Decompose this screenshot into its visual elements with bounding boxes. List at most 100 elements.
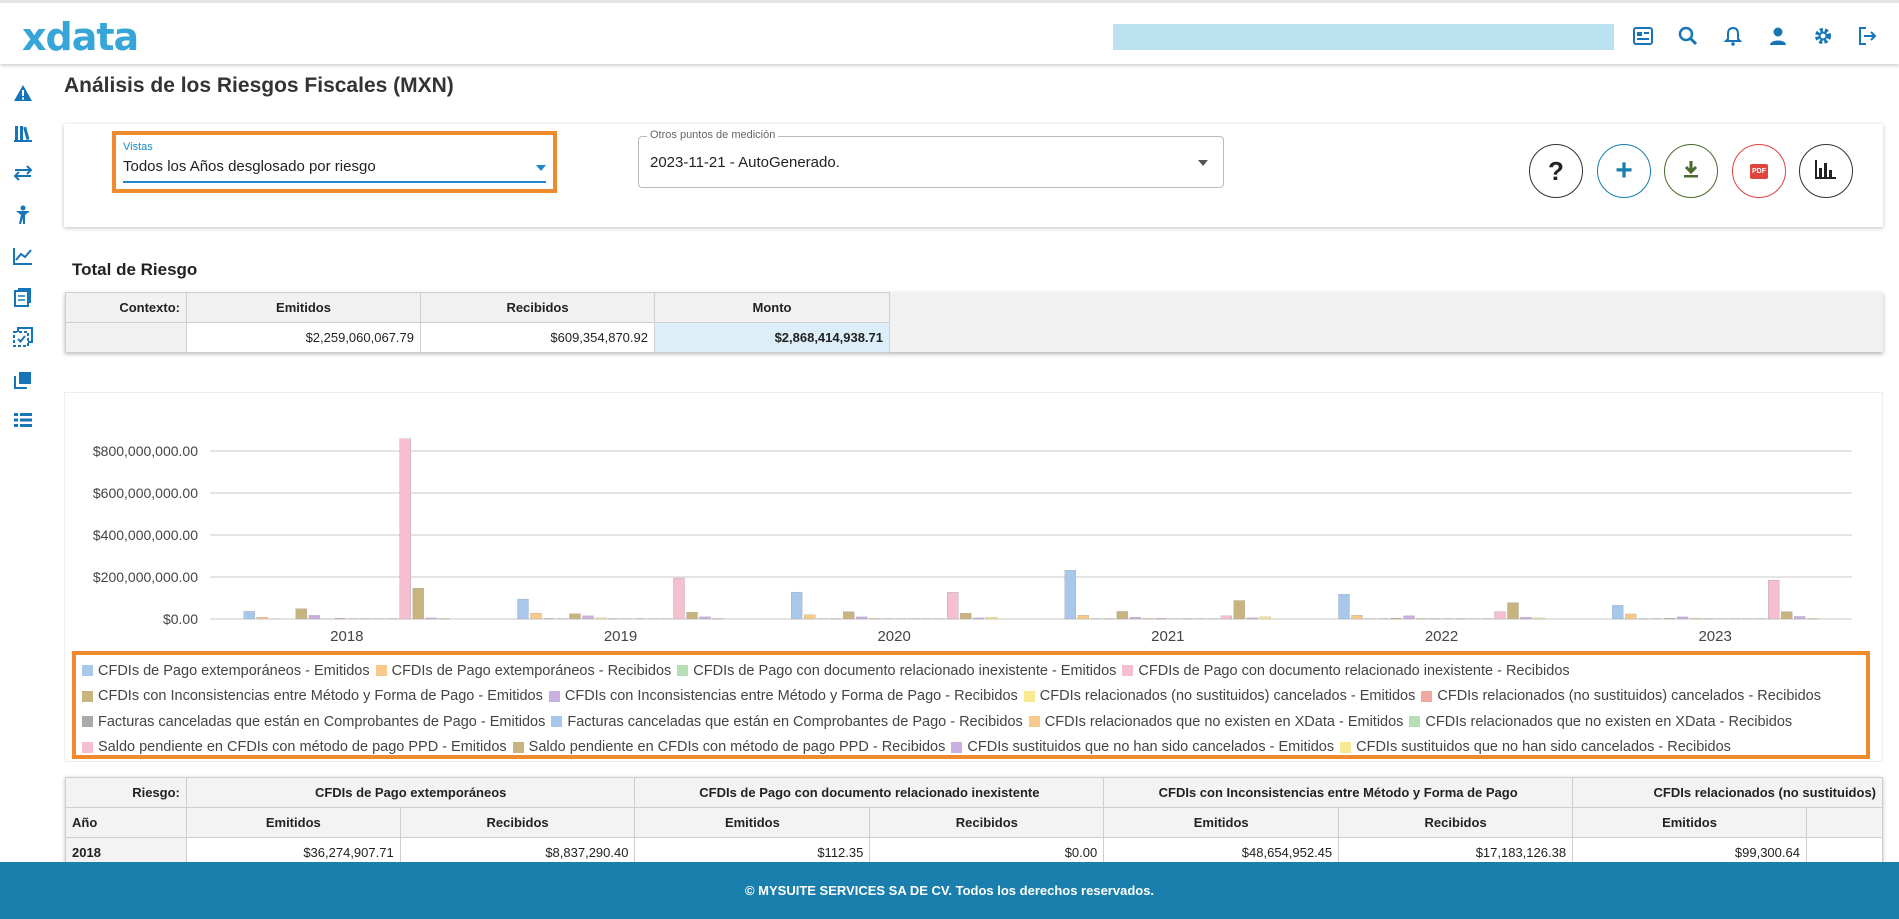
chart-bar[interactable] <box>973 617 985 620</box>
legend-item[interactable]: CFDIs con Inconsistencias entre Método y… <box>548 688 1018 704</box>
chart-bar[interactable] <box>243 611 255 620</box>
chart-bar[interactable] <box>843 611 855 620</box>
help-button[interactable]: ? <box>1529 144 1583 198</box>
legend-item[interactable]: CFDIs de Pago extemporáneos - Recibidos <box>375 663 671 679</box>
chart-bar[interactable] <box>791 591 803 620</box>
audit-icon[interactable] <box>12 326 34 348</box>
chart-bar[interactable] <box>1351 615 1363 620</box>
chart-bar[interactable] <box>1220 615 1232 620</box>
person-icon[interactable] <box>12 204 34 226</box>
legend-item[interactable]: Facturas canceladas que están en Comprob… <box>551 714 1023 730</box>
chart-bar[interactable] <box>1625 613 1637 620</box>
logout-icon[interactable] <box>1857 25 1879 47</box>
chart-bar[interactable] <box>569 613 581 620</box>
chart-bar[interactable] <box>1533 617 1545 620</box>
chart-bar[interactable] <box>295 608 307 620</box>
chart-bar[interactable] <box>1077 615 1089 620</box>
chart-bar[interactable] <box>1233 600 1245 620</box>
chart-bar[interactable] <box>1403 615 1415 620</box>
download-button[interactable] <box>1664 144 1718 198</box>
chart-bar[interactable] <box>1064 570 1076 620</box>
search-bar[interactable] <box>1113 24 1614 50</box>
chart-bar[interactable] <box>530 612 542 620</box>
chart-bar[interactable] <box>712 618 724 620</box>
chart-bar[interactable] <box>1390 618 1402 620</box>
chart-bar[interactable] <box>1677 616 1689 620</box>
chart-bar[interactable] <box>699 616 711 620</box>
legend-item[interactable]: CFDIs de Pago con documento relacionado … <box>677 663 1116 679</box>
x-tick-label: 2022 <box>1425 628 1458 645</box>
trend-icon[interactable] <box>12 245 34 267</box>
chart-bar[interactable] <box>1794 616 1806 620</box>
legend-item[interactable]: CFDIs relacionados (no sustituidos) canc… <box>1421 688 1821 704</box>
chart-bar[interactable] <box>804 614 816 620</box>
chart-bar[interactable] <box>673 577 685 620</box>
chart-bar[interactable] <box>1155 618 1167 620</box>
chart-bar[interactable] <box>1129 617 1141 620</box>
chart-bar[interactable] <box>947 592 959 620</box>
chart-bar[interactable] <box>308 615 320 620</box>
chart-bar[interactable] <box>412 587 424 620</box>
otros-select[interactable]: Otros puntos de medición 2023-11-21 - Au… <box>638 129 1224 188</box>
gear-icon[interactable] <box>1812 25 1834 47</box>
chart-bar[interactable] <box>1246 617 1258 620</box>
chart-bar[interactable] <box>986 617 998 620</box>
app-logo[interactable]: xdata <box>22 15 139 59</box>
chart-bar[interactable] <box>1520 617 1532 620</box>
chart-bar[interactable] <box>256 616 268 620</box>
copy-icon[interactable] <box>12 369 34 391</box>
chart-bar[interactable] <box>1116 611 1128 620</box>
legend-item[interactable]: CFDIs relacionados (no sustituidos) canc… <box>1023 688 1415 704</box>
bell-icon[interactable] <box>1722 25 1744 47</box>
vistas-select[interactable]: Vistas Todos los Años desglosado por rie… <box>112 131 557 193</box>
chart-bar[interactable] <box>399 438 411 620</box>
chevron-down-icon[interactable] <box>1198 160 1208 166</box>
chart-bar[interactable] <box>856 616 868 620</box>
chart-bar[interactable] <box>1142 618 1154 620</box>
chart-bar[interactable] <box>960 613 972 620</box>
chart-bar[interactable] <box>869 618 881 620</box>
legend-item[interactable]: CFDIs sustituidos que no han sido cancel… <box>951 739 1334 755</box>
chart-bar[interactable] <box>1690 618 1702 620</box>
chart-bar[interactable] <box>334 618 346 620</box>
legend-item[interactable]: Saldo pendiente en CFDIs con método de p… <box>512 739 945 755</box>
chart-bar[interactable] <box>1612 605 1624 620</box>
chart-bar[interactable] <box>686 612 698 620</box>
add-button[interactable]: + <box>1597 144 1651 198</box>
alert-icon[interactable] <box>12 82 34 104</box>
search-icon[interactable] <box>1677 25 1699 47</box>
chart-bar[interactable] <box>1507 602 1519 620</box>
chart-bar[interactable] <box>1416 618 1428 620</box>
news-icon[interactable] <box>1632 25 1654 47</box>
chart-bar[interactable] <box>1807 618 1819 620</box>
chart-bar[interactable] <box>582 615 594 620</box>
pdf-button[interactable]: PDF <box>1732 144 1786 198</box>
chart-bar[interactable] <box>1664 618 1676 620</box>
chart-bar[interactable] <box>1781 611 1793 620</box>
user-icon[interactable] <box>1767 25 1789 47</box>
list-icon[interactable] <box>12 409 34 431</box>
chart-bar[interactable] <box>425 617 437 620</box>
chart-bar[interactable] <box>517 598 529 620</box>
books-icon[interactable] <box>12 122 34 144</box>
legend-item[interactable]: CFDIs de Pago extemporáneos - Emitidos <box>82 663 370 679</box>
chart-button[interactable] <box>1799 144 1853 198</box>
legend-item[interactable]: Saldo pendiente en CFDIs con método de p… <box>82 739 507 755</box>
chart-bar[interactable] <box>595 617 607 620</box>
chart-bar[interactable] <box>1768 579 1780 620</box>
legend-item[interactable]: CFDIs con Inconsistencias entre Método y… <box>82 688 543 704</box>
sub-header: Emitidos <box>185 807 401 838</box>
legend-item[interactable]: Facturas canceladas que están en Comprob… <box>82 714 545 730</box>
legend-item[interactable]: CFDIs sustituidos que no han sido cancel… <box>1340 739 1731 755</box>
chart-bar[interactable] <box>543 618 555 620</box>
legend-item[interactable]: CFDIs relacionados que no existen en XDa… <box>1409 714 1792 730</box>
chart-bar[interactable] <box>438 618 450 620</box>
document-icon[interactable] <box>12 286 34 308</box>
chart-bar[interactable] <box>1494 611 1506 620</box>
chart-bar[interactable] <box>1259 616 1271 620</box>
legend-item[interactable]: CFDIs de Pago con documento relacionado … <box>1122 663 1570 679</box>
chart-bar[interactable] <box>1338 594 1350 620</box>
legend-item[interactable]: CFDIs relacionados que no existen en XDa… <box>1028 714 1403 730</box>
transfer-icon[interactable] <box>12 162 34 184</box>
chevron-down-icon[interactable] <box>536 165 546 171</box>
